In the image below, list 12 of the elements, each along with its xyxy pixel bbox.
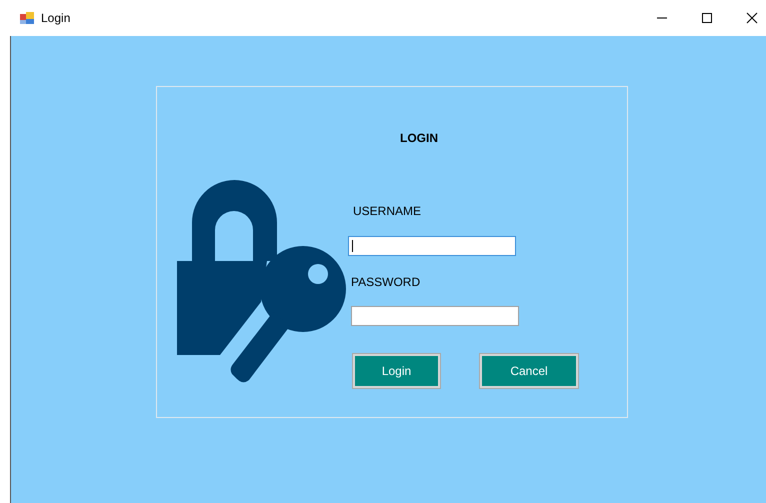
- cancel-button[interactable]: Cancel: [479, 353, 579, 389]
- input-field[interactable]: [351, 306, 519, 326]
- login-button[interactable]: Login: [352, 353, 441, 389]
- app-icon: [20, 12, 34, 24]
- close-icon[interactable]: [746, 12, 758, 24]
- window-title: Login: [41, 11, 70, 25]
- input-field[interactable]: [348, 236, 516, 256]
- form-title: LOGIN: [400, 131, 439, 145]
- maximize-icon[interactable]: [701, 12, 713, 24]
- lock-and-key-icon: [177, 180, 347, 385]
- field-label: USERNAME: [353, 204, 422, 218]
- field-label: PASSWORD: [351, 275, 420, 289]
